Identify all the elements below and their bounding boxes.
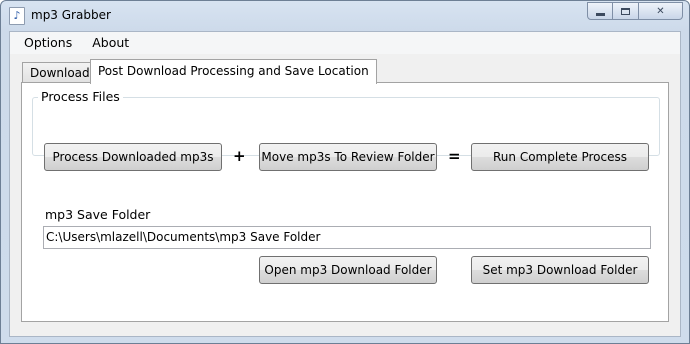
title-bar[interactable]: ♪ mp3 Grabber ✕ — [1, 1, 689, 29]
client-area: Options About Download Post Download Pro… — [9, 31, 681, 337]
tab-post-download-processing[interactable]: Post Download Processing and Save Locati… — [90, 59, 377, 84]
tab-page: Process Files Process Downloaded mp3s + … — [21, 82, 669, 322]
minimize-icon — [595, 12, 605, 16]
music-note-icon: ♪ — [9, 7, 25, 25]
set-download-folder-button[interactable]: Set mp3 Download Folder — [471, 256, 649, 284]
process-downloaded-button[interactable]: Process Downloaded mp3s — [44, 143, 222, 171]
menu-about[interactable]: About — [82, 32, 139, 54]
window-controls: ✕ — [587, 2, 683, 20]
maximize-icon — [621, 7, 630, 15]
minimize-button[interactable] — [587, 2, 613, 20]
open-download-folder-button[interactable]: Open mp3 Download Folder — [259, 256, 437, 284]
close-icon: ✕ — [656, 5, 665, 17]
menu-bar: Options About — [10, 32, 680, 54]
maximize-button[interactable] — [613, 2, 639, 20]
plus-symbol: + — [233, 147, 246, 165]
process-files-group-label: Process Files — [38, 89, 123, 104]
close-button[interactable]: ✕ — [639, 2, 683, 20]
menu-options[interactable]: Options — [10, 32, 82, 54]
app-window: ♪ mp3 Grabber ✕ Options About Download P… — [0, 0, 690, 344]
tab-download[interactable]: Download — [22, 62, 98, 83]
equals-symbol: = — [448, 147, 461, 165]
save-folder-label: mp3 Save Folder — [45, 207, 151, 222]
move-to-review-button[interactable]: Move mp3s To Review Folder — [259, 143, 437, 171]
window-title: mp3 Grabber — [31, 8, 111, 22]
save-folder-path-field[interactable]: C:\Users\mlazell\Documents\mp3 Save Fold… — [43, 226, 651, 249]
run-complete-process-button[interactable]: Run Complete Process — [471, 143, 649, 171]
